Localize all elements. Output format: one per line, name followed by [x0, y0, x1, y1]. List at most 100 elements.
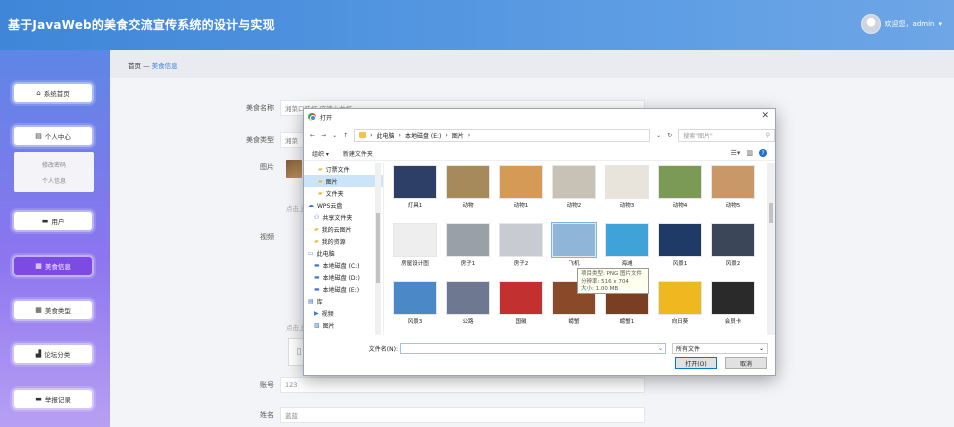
file-thumbnail[interactable]: [658, 165, 702, 199]
tree-item[interactable]: ▬ 本地磁盘 (C:): [304, 259, 383, 271]
tree-item[interactable]: ▰ 图片: [304, 175, 383, 187]
file-item[interactable]: 向日葵: [655, 281, 705, 325]
submenu-personal-info[interactable]: 个人信息: [42, 176, 66, 185]
file-thumbnail[interactable]: [446, 281, 490, 315]
dialog-titlebar[interactable]: 打开: [304, 109, 775, 125]
tree-item[interactable]: ▧ 图片: [304, 319, 383, 331]
file-item[interactable]: 房子1: [443, 223, 493, 267]
filename-input[interactable]: ⌄: [400, 342, 666, 354]
file-thumbnail[interactable]: [711, 165, 755, 199]
sidebar-item-home[interactable]: ⌂ 系统首页: [14, 84, 92, 102]
file-thumbnail[interactable]: [552, 165, 596, 199]
avatar[interactable]: [860, 14, 881, 34]
name-input[interactable]: 蓝蓝: [280, 407, 645, 423]
file-thumbnail[interactable]: [393, 165, 437, 199]
close-icon[interactable]: ✕: [761, 111, 769, 121]
sidebar-item-forum-category[interactable]: ▟ 论坛分类: [14, 345, 92, 363]
file-thumbnail[interactable]: [605, 223, 649, 257]
file-item[interactable]: 动物: [443, 165, 493, 209]
file-scrollbar[interactable]: [767, 163, 775, 335]
tree-item[interactable]: ▰ 我的云图片: [304, 223, 383, 235]
file-item[interactable]: 动物5: [708, 165, 758, 209]
file-item[interactable]: 公路: [443, 281, 493, 325]
file-thumbnail[interactable]: [711, 223, 755, 257]
file-thumbnail[interactable]: [393, 223, 437, 257]
preview-pane-icon[interactable]: ▥: [746, 149, 753, 157]
file-thumbnail[interactable]: [551, 222, 597, 258]
file-item[interactable]: 动物4: [655, 165, 705, 209]
tree-item[interactable]: ▭ 此电脑: [304, 247, 383, 259]
file-thumbnail[interactable]: [658, 281, 702, 315]
image-label: 图片: [260, 163, 274, 171]
tree-item[interactable]: ▰ 文件夹: [304, 187, 383, 199]
sidebar-item-food-type[interactable]: ▦ 美食类型: [14, 301, 92, 319]
breadcrumb-separator: —: [143, 62, 150, 70]
file-item[interactable]: 风景3: [390, 281, 440, 325]
view-options-icon[interactable]: ☰▾: [731, 149, 741, 157]
file-item[interactable]: 风景1: [655, 223, 705, 267]
cancel-button[interactable]: 取消: [725, 357, 767, 369]
sidebar-item-personal-center[interactable]: ▤ 个人中心: [14, 127, 92, 145]
tree-item[interactable]: ▶ 视频: [304, 307, 383, 319]
submenu-change-password[interactable]: 修改密码: [42, 160, 66, 169]
filetype-value: 所有文件: [676, 345, 701, 353]
file-thumbnail[interactable]: [605, 165, 649, 199]
file-thumbnail[interactable]: [499, 281, 543, 315]
file-item[interactable]: 海滩: [602, 223, 652, 267]
file-item[interactable]: 动物1: [496, 165, 546, 209]
file-item[interactable]: 风景2: [708, 223, 758, 267]
scroll-thumb[interactable]: [376, 213, 380, 283]
file-thumbnail[interactable]: [393, 281, 437, 315]
file-item[interactable]: 房子2: [496, 223, 546, 267]
help-icon[interactable]: ?: [759, 149, 767, 157]
file-item[interactable]: 飞机: [549, 222, 599, 267]
refresh-icon[interactable]: ↻: [667, 132, 672, 139]
chevron-down-icon[interactable]: ⌄: [656, 132, 661, 139]
tree-item[interactable]: ▰ 我的资源: [304, 235, 383, 247]
user-menu[interactable]: 欢迎您，admin ▾: [860, 14, 942, 34]
file-item[interactable]: 国徽: [496, 281, 546, 325]
search-input[interactable]: 搜索"图片" ⚲: [678, 128, 775, 142]
tree-item[interactable]: ⚇ 共享文件夹: [304, 211, 383, 223]
tree-item[interactable]: ▬ 本地磁盘 (D:): [304, 271, 383, 283]
filetype-select[interactable]: 所有文件 ⌄: [672, 342, 768, 354]
breadcrumb-home[interactable]: 首页: [128, 62, 141, 70]
food-image-thumbnail[interactable]: [286, 160, 302, 178]
new-folder-button[interactable]: 新建文件夹: [343, 149, 373, 158]
organize-button[interactable]: 组织 ▾: [312, 149, 329, 158]
sidebar-item-report-record[interactable]: ▬ 举报记录: [14, 390, 92, 408]
file-thumbnail[interactable]: [658, 223, 702, 257]
path-this-pc[interactable]: 此电脑: [377, 131, 395, 140]
sidebar-item-user[interactable]: ▬ 用户: [14, 212, 92, 230]
tree-item[interactable]: ▤ 库: [304, 295, 383, 307]
file-item[interactable]: 房屋设计图: [390, 223, 440, 267]
chevron-down-icon[interactable]: ⌄: [332, 132, 337, 139]
file-thumbnail[interactable]: [446, 165, 490, 199]
scroll-thumb[interactable]: [769, 203, 773, 223]
file-item[interactable]: 动物3: [602, 165, 652, 209]
account-input[interactable]: 123: [280, 377, 645, 393]
greeting-text[interactable]: 欢迎您，admin: [885, 19, 935, 29]
up-arrow-icon[interactable]: ↑: [343, 132, 348, 139]
file-item[interactable]: 动物2: [549, 165, 599, 209]
tree-scrollbar[interactable]: [375, 163, 381, 335]
file-thumbnail[interactable]: [711, 281, 755, 315]
file-thumbnail[interactable]: [499, 165, 543, 199]
sidebar-item-food-info[interactable]: ▦ 美食信息: [14, 257, 92, 275]
open-button[interactable]: 打开(O): [675, 357, 717, 369]
file-item[interactable]: 会员卡: [708, 281, 758, 325]
path-pictures[interactable]: 图片: [452, 131, 464, 140]
forward-arrow-icon[interactable]: →: [321, 132, 326, 139]
chevron-down-icon[interactable]: ▾: [938, 20, 942, 28]
tree-item[interactable]: ▬ 本地磁盘 (E:): [304, 283, 383, 295]
file-item[interactable]: 灯具1: [390, 165, 440, 209]
file-thumbnail[interactable]: [499, 223, 543, 257]
file-thumbnail[interactable]: [446, 223, 490, 257]
tooltip-resolution: 分辨率: 516 x 704: [581, 278, 629, 285]
tree-item[interactable]: ▰ 订票文件: [304, 163, 383, 175]
tree-item[interactable]: ☁ WPS云盘: [304, 199, 383, 211]
back-arrow-icon[interactable]: ←: [310, 132, 315, 139]
address-bar[interactable]: › 此电脑 › 本地磁盘 (E:) › 图片 ›: [354, 128, 651, 142]
chevron-down-icon[interactable]: ⌄: [658, 345, 663, 352]
path-drive-e[interactable]: 本地磁盘 (E:): [405, 131, 441, 140]
